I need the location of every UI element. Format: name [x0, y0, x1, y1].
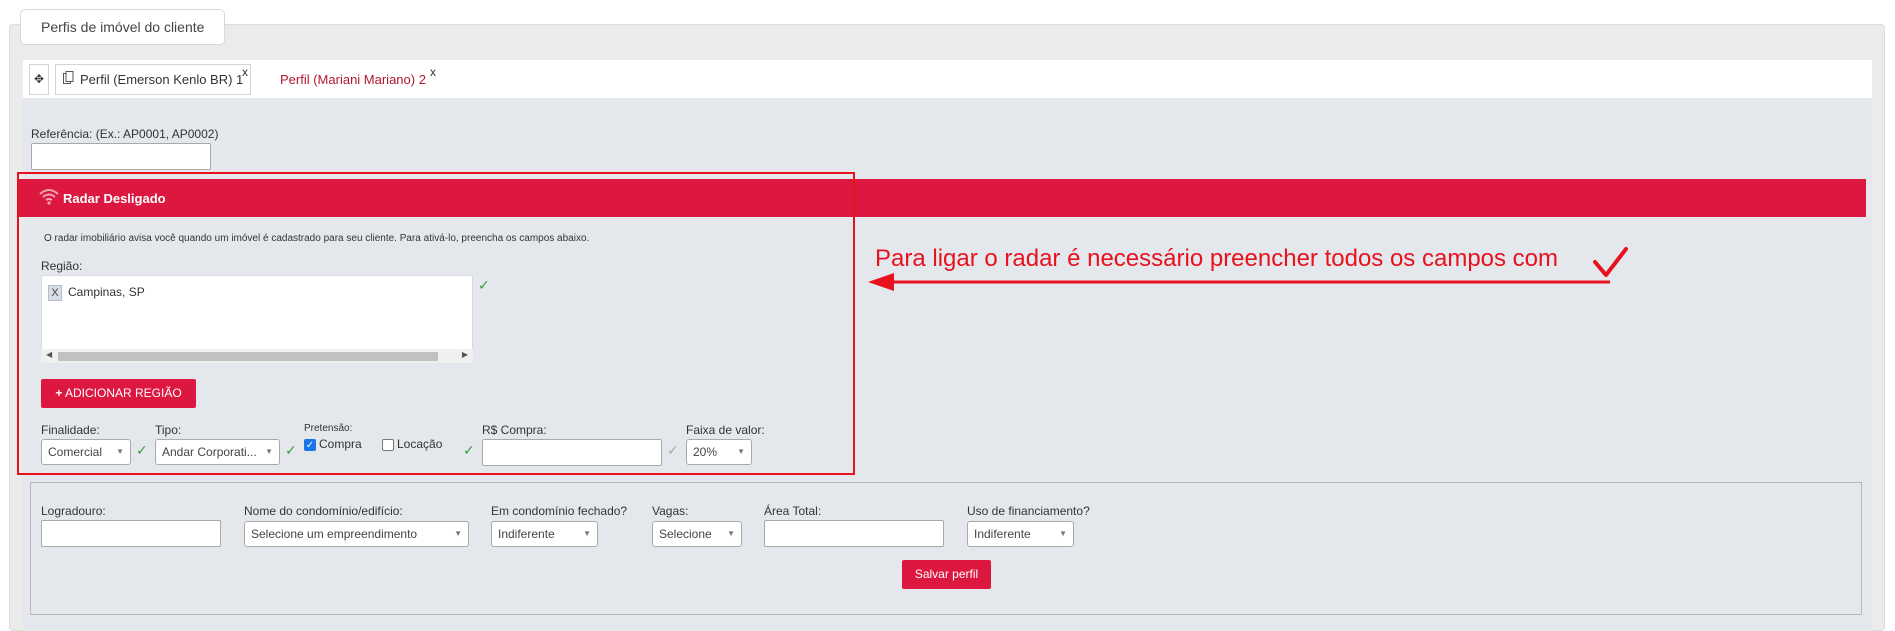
- tab-profile-2[interactable]: Perfil (Mariani Mariano) 2 x: [256, 64, 439, 95]
- fechado-label: Em condomínio fechado?: [491, 504, 628, 518]
- annotation-text: Para ligar o radar é necessário preenche…: [875, 245, 1559, 272]
- financiamento-select[interactable]: Indiferente ▼: [967, 521, 1074, 547]
- section-border: [30, 482, 31, 614]
- financiamento-label: Uso de financiamento?: [967, 504, 1090, 518]
- vagas-value: Selecione: [659, 527, 712, 541]
- close-tab-icon[interactable]: x: [430, 58, 436, 87]
- logradouro-input[interactable]: [41, 520, 221, 547]
- tab-profile-1[interactable]: Perfil (Emerson Kenlo BR) 1 x: [55, 64, 251, 95]
- section-border: [30, 614, 1862, 615]
- profile-tabs: ✥ Perfil (Emerson Kenlo BR) 1 x Perfil (…: [23, 60, 1872, 98]
- financiamento-value: Indiferente: [974, 527, 1031, 541]
- condominio-label: Nome do condomínio/edifício:: [244, 504, 403, 518]
- chevron-down-icon: ▼: [454, 529, 462, 538]
- section-border: [1861, 482, 1862, 614]
- condominio-select[interactable]: Selecione um empreendimento ▼: [244, 521, 469, 547]
- vagas-select[interactable]: Selecione ▼: [652, 521, 742, 547]
- add-profile-tab[interactable]: ✥: [29, 64, 49, 95]
- fechado-select[interactable]: Indiferente ▼: [491, 521, 598, 547]
- annotation-highlight-box: [17, 172, 855, 475]
- add-tab-icon: ✥: [33, 72, 45, 86]
- reference-input[interactable]: [31, 143, 211, 170]
- section-divider: [30, 482, 1862, 483]
- condominio-value: Selecione um empreendimento: [251, 527, 418, 541]
- area-input[interactable]: [764, 520, 944, 547]
- vagas-label: Vagas:: [652, 504, 689, 518]
- area-label: Área Total:: [764, 504, 822, 518]
- close-tab-icon[interactable]: x: [242, 58, 248, 87]
- tab-label: Perfil (Mariani Mariano) 2: [280, 72, 426, 87]
- fechado-value: Indiferente: [498, 527, 555, 541]
- chevron-down-icon: ▼: [583, 529, 591, 538]
- reference-label: Referência: (Ex.: AP0001, AP0002): [31, 127, 219, 141]
- document-icon: [63, 71, 74, 84]
- save-profile-button[interactable]: Salvar perfil: [902, 560, 991, 589]
- chevron-down-icon: ▼: [727, 529, 735, 538]
- chevron-down-icon: ▼: [1059, 529, 1067, 538]
- panel-title: Perfis de imóvel do cliente: [20, 9, 226, 45]
- logradouro-label: Logradouro:: [41, 504, 106, 518]
- tab-label: Perfil (Emerson Kenlo BR) 1: [80, 72, 244, 87]
